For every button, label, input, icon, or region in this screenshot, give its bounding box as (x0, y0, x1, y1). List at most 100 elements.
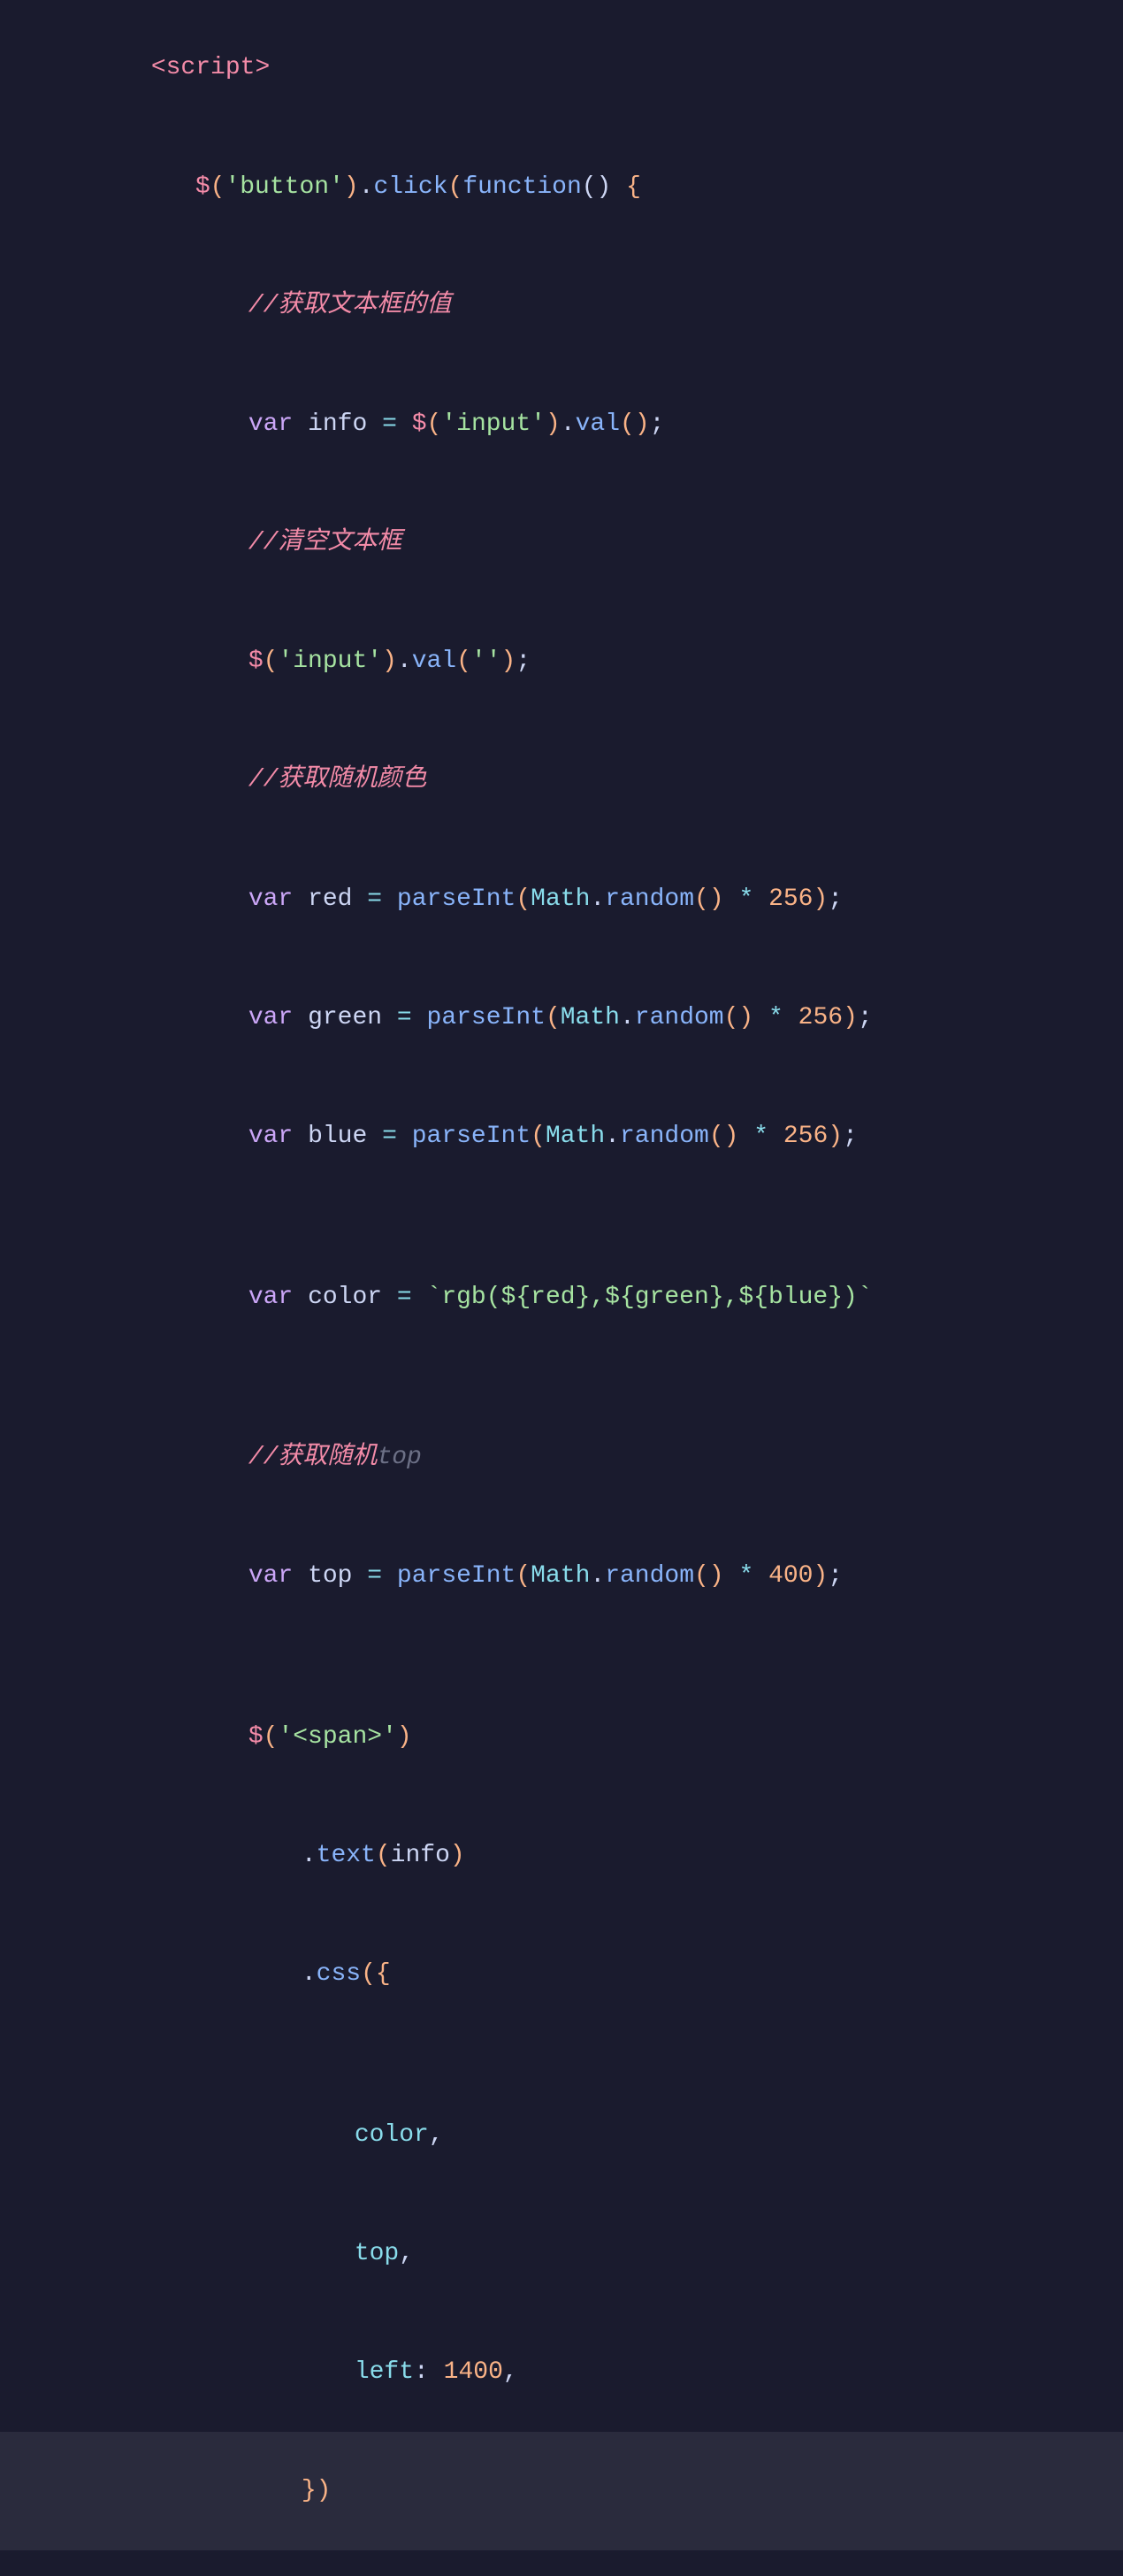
line-content: var color = `rgb(${red},${green},${blue}… (53, 1239, 1123, 1354)
comment: //获取随机 (248, 1444, 378, 1471)
brace: { (376, 1960, 391, 1988)
identifier: top (308, 1562, 352, 1590)
dollar-sign: $ (195, 173, 210, 201)
keyword-var: var (248, 1123, 293, 1150)
space (293, 1562, 308, 1590)
space (397, 410, 412, 438)
line-content: var blue = parseInt(Math.random() * 256)… (53, 1079, 1123, 1194)
dot: . (302, 1842, 317, 1869)
line-content: $('button').click(function() { (53, 129, 1123, 244)
obj: Math (546, 1123, 605, 1150)
obj: Math (531, 1562, 590, 1590)
code-line: $('button').click(function() { (0, 127, 1123, 246)
space (352, 1562, 367, 1590)
space (382, 886, 397, 913)
dot: . (302, 1960, 317, 1988)
space (293, 410, 308, 438)
dot: . (561, 410, 576, 438)
string: 'input' (278, 648, 382, 675)
operator: * (753, 1123, 768, 1150)
code-line: $('<span>') (0, 1677, 1123, 1796)
line-content: //获取随机top (53, 1400, 1123, 1515)
semicolon: ; (516, 648, 531, 675)
line-content: //清空文本框 (53, 486, 1123, 601)
line-content (53, 1637, 1123, 1675)
semicolon: ; (828, 1562, 843, 1590)
paren: ( (264, 1723, 279, 1751)
paren: ( (448, 173, 463, 201)
property-key: left (355, 2358, 414, 2386)
line-content (53, 2036, 1123, 2074)
obj: Math (531, 886, 590, 913)
paren: ( (427, 410, 442, 438)
string: '<span>' (278, 1723, 396, 1751)
line-content (53, 1358, 1123, 1396)
code-line: <script> (0, 9, 1123, 127)
space (382, 1284, 397, 1311)
operator: * (738, 886, 753, 913)
number: 256 (798, 1004, 843, 1031)
dot: . (605, 1123, 620, 1150)
paren: () (694, 1562, 724, 1590)
semicolon: ; (843, 1123, 858, 1150)
code-line: color, (0, 2075, 1123, 2194)
code-line: //获取随机top (0, 1399, 1123, 1517)
method: click (374, 173, 448, 201)
keyword-var: var (248, 886, 293, 913)
space (293, 1123, 308, 1150)
paren: () (694, 886, 724, 913)
code-line: //获取随机颜色 (0, 721, 1123, 840)
method: val (412, 648, 456, 675)
keyword-var: var (248, 410, 293, 438)
dot: . (590, 1562, 605, 1590)
operator: = (367, 1562, 382, 1590)
paren: ) (450, 1842, 465, 1869)
code-line (0, 2034, 1123, 2075)
code-line: var info = $('input').val(); (0, 365, 1123, 484)
space (382, 1004, 397, 1031)
space (412, 1284, 427, 1311)
method: text (317, 1842, 376, 1869)
paren: ( (361, 1960, 376, 1988)
space (293, 1004, 308, 1031)
line-content: var top = parseInt(Math.random() * 400); (53, 1519, 1123, 1634)
property-key: top (355, 2240, 399, 2267)
code-line: $('input').val(''); (0, 602, 1123, 721)
paren: ) (813, 886, 828, 913)
keyword-var: var (248, 1004, 293, 1031)
method: random (620, 1123, 709, 1150)
keyword: function (462, 173, 581, 201)
paren: ( (456, 648, 471, 675)
method: random (605, 886, 694, 913)
dollar: $ (248, 648, 264, 675)
paren: ) (828, 1123, 843, 1150)
method: val (576, 410, 620, 438)
line-content: $('input').val(''); (53, 604, 1123, 719)
line-content: .text(info) (53, 1798, 1123, 1913)
string: 'input' (441, 410, 546, 438)
paren: ) (317, 2477, 332, 2504)
code-line: var top = parseInt(Math.random() * 400); (0, 1517, 1123, 1636)
line-content: var red = parseInt(Math.random() * 256); (53, 841, 1123, 956)
dollar: $ (248, 1723, 264, 1751)
space (753, 1562, 768, 1590)
line-content: var info = $('input').val(); (53, 367, 1123, 482)
code-line-highlighted: }) (0, 2432, 1123, 2550)
paren: ) (813, 1562, 828, 1590)
property-key: color (355, 2121, 429, 2149)
paren: ( (516, 1562, 531, 1590)
space (768, 1123, 783, 1150)
operator: = (397, 1284, 412, 1311)
code-line: //清空文本框 (0, 484, 1123, 602)
template-literal: `rgb(${red},${green},${blue})` (427, 1284, 873, 1311)
paren: () (724, 1004, 754, 1031)
code-editor: <script> $('button').click(function() { … (0, 0, 1123, 2576)
code-line: var blue = parseInt(Math.random() * 256)… (0, 1077, 1123, 1196)
comma: , (503, 2358, 518, 2386)
space (293, 1284, 308, 1311)
brace: { (626, 173, 641, 201)
code-line: .text(info) (0, 1797, 1123, 1915)
code-line: //获取文本框的值 (0, 246, 1123, 364)
paren: ) (501, 648, 516, 675)
semicolon: ; (828, 886, 843, 913)
